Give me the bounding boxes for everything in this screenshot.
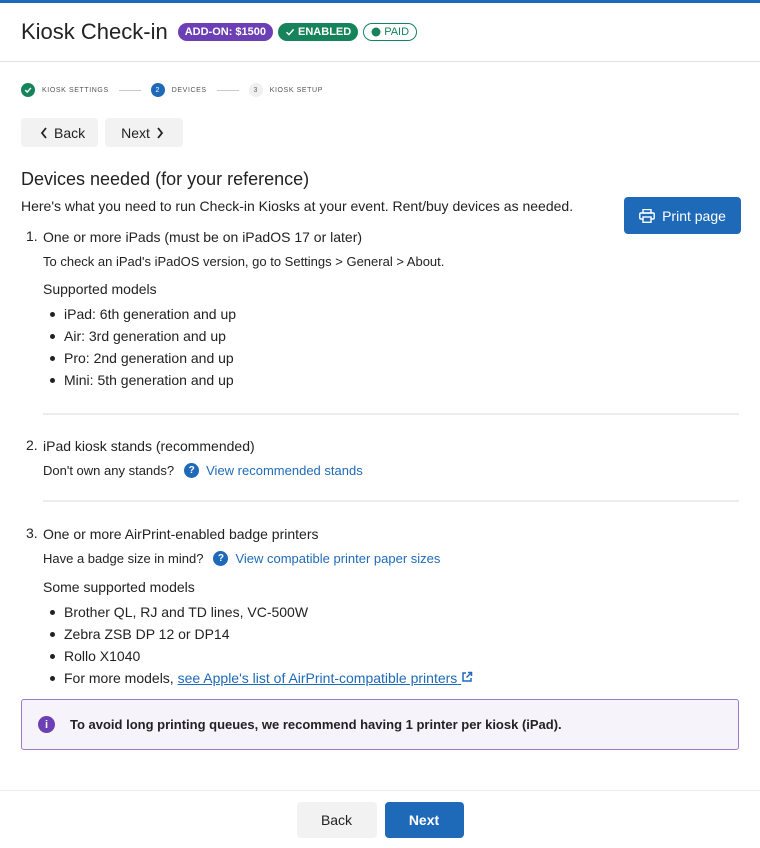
item-title: One or more iPads (must be on iPadOS 17 … (43, 229, 363, 245)
step-connector (118, 89, 141, 91)
models-heading: Some supported models (43, 579, 195, 595)
info-icon: i (38, 716, 55, 733)
item-note-row: Don't own any stands? ? View recommended… (43, 463, 739, 478)
section-title: Devices needed (for your reference) (21, 169, 310, 189)
page-header: Kiosk Check-in ADD-ON: $1500 ENABLED PAI… (0, 3, 760, 62)
info-callout: i To avoid long printing queues, we reco… (21, 699, 739, 750)
next-button[interactable]: Next (105, 118, 183, 147)
item-note-row: Have a badge size in mind? ? View compat… (43, 551, 739, 566)
list-item: Mini: 5th generation and up (43, 369, 739, 391)
enabled-badge-label: ENABLED (298, 26, 352, 38)
step-label: DEVICES (171, 86, 207, 94)
check-icon (21, 83, 35, 97)
paid-badge: PAID (363, 23, 418, 41)
enabled-badge: ENABLED (278, 23, 359, 41)
list-item: iPad: 6th generation and up (43, 303, 739, 325)
top-nav-buttons: Back Next (0, 118, 760, 148)
item-title: iPad kiosk stands (recommended) (43, 438, 255, 454)
requirement-ipads: 1. One or more iPads (must be on iPadOS … (21, 228, 739, 391)
models-list: Brother QL, RJ and TD lines, VC-500W Zeb… (43, 601, 739, 689)
item-title: One or more AirPrint-enabled badge print… (43, 526, 319, 542)
addon-badge: ADD-ON: $1500 (177, 23, 274, 41)
divider (43, 500, 739, 502)
requirement-stands: 2. iPad kiosk stands (recommended) Don't… (21, 437, 739, 478)
apple-printers-link[interactable]: see Apple's list of AirPrint-compatible … (178, 670, 474, 686)
step-connector (216, 89, 239, 91)
chevron-left-icon (40, 126, 47, 139)
item-number: 3. (26, 525, 38, 541)
list-item: Zebra ZSB DP 12 or DP14 (43, 623, 739, 645)
check-icon (286, 28, 295, 36)
progress-stepper: KIOSK SETTINGS 2 DEVICES 3 KIOSK SETUP (0, 62, 760, 118)
step-devices[interactable]: 2 DEVICES (150, 83, 207, 97)
printer-icon (639, 208, 655, 223)
list-item: Pro: 2nd generation and up (43, 347, 739, 369)
footer-actions: Back Next (0, 790, 760, 848)
back-button[interactable]: Back (21, 118, 99, 147)
step-label: KIOSK SETUP (269, 86, 323, 94)
main-content: Devices needed (for your reference) Here… (0, 169, 760, 689)
divider (43, 413, 739, 415)
print-label: Print page (662, 207, 726, 224)
item-number: 2. (26, 437, 38, 453)
footer-next-button[interactable]: Next (384, 801, 464, 838)
next-label: Next (121, 124, 150, 141)
models-list: iPad: 6th generation and up Air: 3rd gen… (43, 303, 739, 391)
item-note: To check an iPad's iPadOS version, go to… (43, 254, 445, 269)
page-title: Kiosk Check-in (21, 19, 168, 44)
list-item: Rollo X1040 (43, 645, 739, 667)
view-stands-link[interactable]: View recommended stands (206, 463, 363, 478)
list-item: Brother QL, RJ and TD lines, VC-500W (43, 601, 739, 623)
info-text: To avoid long printing queues, we recomm… (70, 717, 562, 732)
item-note: Have a badge size in mind? (43, 551, 204, 566)
models-heading: Supported models (43, 281, 157, 297)
requirements-list: 1. One or more iPads (must be on iPadOS … (21, 228, 739, 689)
external-link-icon (462, 671, 473, 682)
step-kiosk-settings[interactable]: KIOSK SETTINGS (21, 83, 109, 97)
help-icon: ? (184, 463, 200, 478)
list-item: Air: 3rd generation and up (43, 325, 739, 347)
step-number: 2 (150, 83, 165, 97)
step-label: KIOSK SETTINGS (42, 86, 109, 94)
dot-icon (371, 27, 381, 37)
paid-badge-label: PAID (384, 26, 410, 38)
view-paper-sizes-link[interactable]: View compatible printer paper sizes (235, 551, 440, 566)
apple-printers-link-label: see Apple's list of AirPrint-compatible … (177, 670, 458, 686)
footer-back-button[interactable]: Back (296, 801, 377, 838)
requirement-printers: 3. One or more AirPrint-enabled badge pr… (21, 525, 739, 689)
step-kiosk-setup[interactable]: 3 KIOSK SETUP (248, 83, 323, 97)
back-label: Back (54, 124, 86, 141)
help-icon: ? (213, 551, 229, 566)
chevron-right-icon (157, 126, 164, 139)
list-item: For more models, see Apple's list of Air… (43, 667, 739, 689)
step-number: 3 (248, 83, 263, 97)
more-models-prefix: For more models, (64, 670, 174, 686)
item-number: 1. (26, 228, 38, 244)
item-note: Don't own any stands? (43, 463, 175, 478)
